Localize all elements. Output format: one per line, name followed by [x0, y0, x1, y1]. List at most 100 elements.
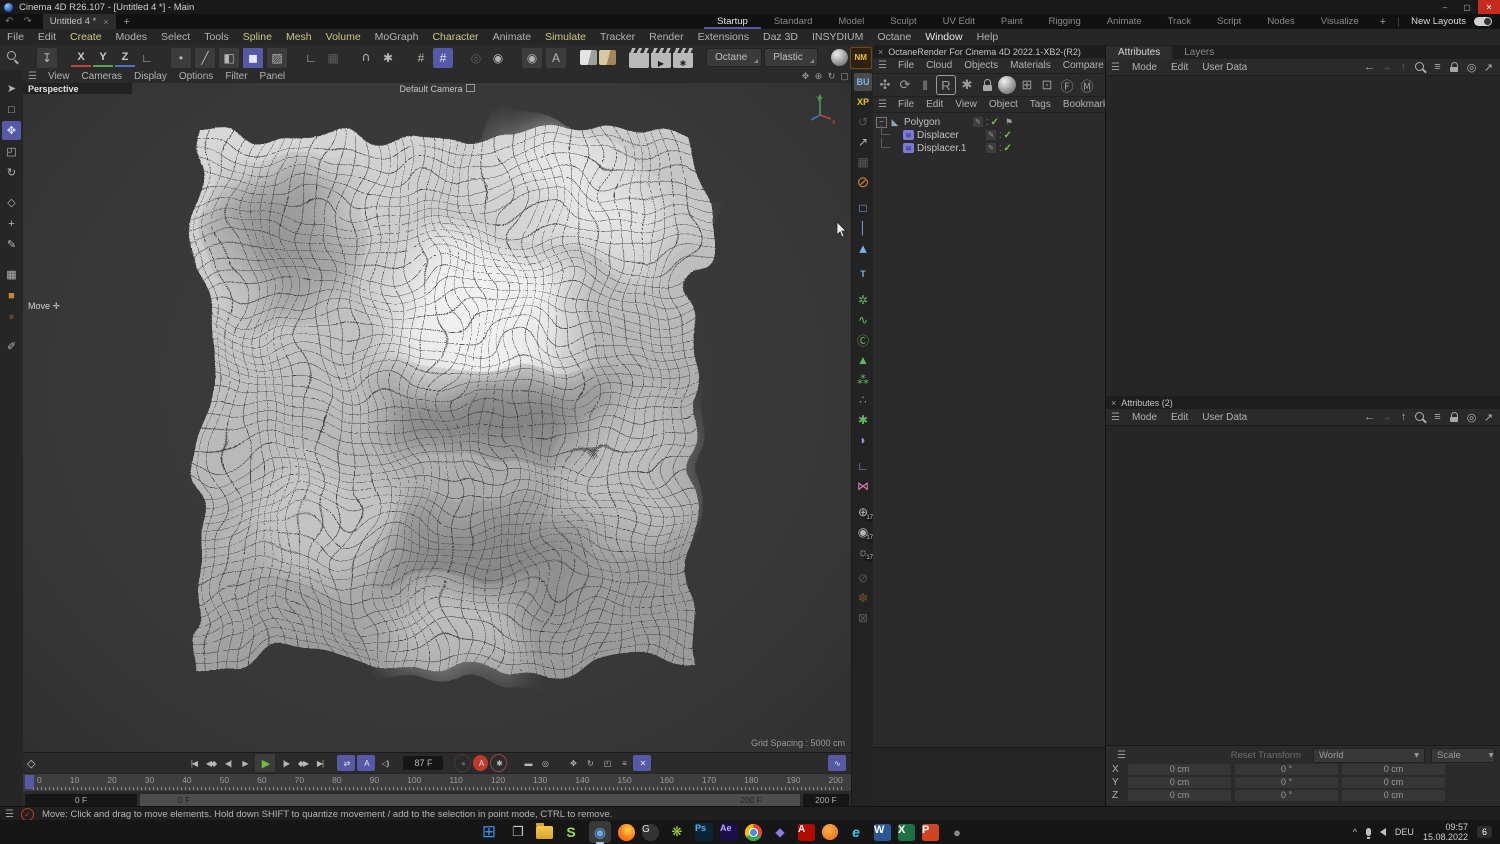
render-active-icon[interactable]: ◉: [488, 48, 508, 68]
lock-icon[interactable]: [978, 76, 996, 94]
flower-dim-icon[interactable]: ✽: [854, 589, 872, 607]
viewport-menu-item[interactable]: Display: [128, 71, 173, 82]
panel-menu-icon[interactable]: ☰: [1112, 750, 1131, 761]
up-arrow-icon[interactable]: ↑: [1396, 60, 1411, 75]
object-row[interactable]: − ◣ Polygon ✎ ⁚ ✓ ⚑: [873, 116, 1105, 128]
app-dark-button[interactable]: ●: [946, 821, 968, 843]
render-r-icon[interactable]: R: [936, 75, 956, 95]
add-tab-button[interactable]: +: [116, 16, 138, 28]
pyramid-icon[interactable]: ▴: [854, 239, 872, 257]
render-picture-icon[interactable]: ▶: [651, 47, 671, 68]
expand-icon[interactable]: ↗: [854, 133, 872, 151]
explorer-button[interactable]: [536, 822, 553, 839]
rotate-view-icon[interactable]: ↻: [825, 71, 838, 82]
gear-icon[interactable]: ✱: [854, 411, 872, 429]
grid-icon[interactable]: #: [411, 48, 431, 68]
camera-icon[interactable]: ◉ 17: [854, 523, 874, 542]
recent-tool[interactable]: ◇: [2, 193, 21, 212]
layout-tab[interactable]: Visualize: [1308, 14, 1372, 29]
edge-button[interactable]: e: [845, 821, 867, 843]
position-field[interactable]: 0 cm: [1128, 789, 1231, 801]
object-row[interactable]: ≋ Displacer.1 ✎ ⁚ ✓: [873, 138, 1105, 154]
pause-icon[interactable]: ‖: [916, 76, 934, 94]
goto-start-button[interactable]: |◀: [186, 755, 201, 771]
key-parameter-icon[interactable]: ≡: [616, 755, 631, 771]
rotation-field[interactable]: 0 °: [1235, 776, 1338, 788]
add-tool[interactable]: +: [2, 214, 21, 233]
cube-tan-icon[interactable]: [599, 50, 616, 65]
layout-tab[interactable]: Sculpt: [877, 14, 929, 29]
symmetry-icon[interactable]: ⋈: [854, 477, 872, 495]
menu-item[interactable]: INSYDIUM: [805, 31, 870, 43]
cube-light-icon[interactable]: [580, 50, 597, 65]
menu-item[interactable]: Simulate: [538, 31, 593, 43]
next-key-button[interactable]: ◆▶: [295, 755, 310, 771]
powerpoint-button[interactable]: P: [922, 823, 939, 841]
reset-transform-button[interactable]: Reset Transform: [1225, 750, 1307, 761]
undo-icon[interactable]: ↶: [0, 16, 18, 27]
edit-toggle[interactable]: ✎: [985, 129, 997, 141]
up-arrow-icon[interactable]: ↑: [1396, 410, 1411, 425]
lock-icon[interactable]: [1447, 410, 1462, 425]
text-icon[interactable]: T: [854, 265, 872, 283]
octane-menu-item[interactable]: Objects: [958, 60, 1004, 71]
octane-dropdown[interactable]: Octane: [706, 48, 763, 67]
app-ae-button[interactable]: Ae: [720, 823, 738, 841]
close-icon[interactable]: ×: [1106, 398, 1121, 408]
forward-arrow-icon[interactable]: →: [1379, 60, 1394, 75]
hidden-icons-caret[interactable]: ^: [1353, 827, 1357, 837]
frame-field[interactable]: 87 F: [403, 756, 444, 770]
viewport-canvas[interactable]: Perspective Default Camera Y x Move ✛ Gr…: [23, 83, 851, 752]
filter-icon[interactable]: ≡: [1430, 60, 1445, 75]
search-icon[interactable]: [1413, 60, 1428, 75]
close-tab-icon[interactable]: ×: [103, 17, 108, 27]
render-view-icon[interactable]: [629, 47, 649, 68]
om-menu-item[interactable]: Tags: [1024, 99, 1057, 110]
key-position-icon[interactable]: ✥: [565, 755, 580, 771]
lock-z-axis[interactable]: Z: [115, 48, 135, 67]
snap-settings-icon[interactable]: ✱: [378, 48, 398, 68]
target-icon[interactable]: ◎: [1464, 410, 1479, 425]
menu-item[interactable]: Render: [642, 31, 690, 43]
rotation-field[interactable]: 0 °: [1235, 763, 1338, 775]
layout-tab[interactable]: Rigging: [1036, 14, 1094, 29]
forward-arrow-icon[interactable]: →: [1379, 410, 1394, 425]
visibility-dots[interactable]: ⁚: [999, 131, 1002, 139]
autokey-icon[interactable]: A: [473, 755, 489, 771]
display-mode-icon[interactable]: A: [545, 46, 567, 69]
menu-item[interactable]: Tools: [197, 31, 236, 43]
menu-item[interactable]: Help: [970, 31, 1006, 43]
key-rotation-icon[interactable]: ↻: [582, 755, 597, 771]
close-button[interactable]: ✕: [1478, 0, 1500, 14]
material-tool[interactable]: ■: [2, 286, 21, 305]
prev-frame-button[interactable]: ◀|: [220, 755, 235, 771]
document-tab[interactable]: Untitled 4 * ×: [42, 14, 116, 29]
edges-mode-icon[interactable]: ╱: [194, 46, 216, 69]
bu-icon[interactable]: BU: [854, 73, 872, 91]
menu-item[interactable]: Modes: [109, 31, 155, 43]
live-selection-tool[interactable]: ➤: [2, 79, 21, 98]
menu-item[interactable]: Extensions: [691, 31, 756, 43]
model-mode-icon[interactable]: ◼: [242, 46, 264, 69]
mesh-tool[interactable]: ▦: [2, 265, 21, 284]
zoom-view-icon[interactable]: ⊕: [812, 71, 825, 82]
attr-menu-item[interactable]: Mode: [1125, 412, 1164, 423]
atom-icon[interactable]: ✲: [854, 291, 872, 309]
menu-item[interactable]: File: [0, 31, 31, 43]
sky-icon[interactable]: ⊕ 17: [854, 503, 874, 522]
rotate-tool[interactable]: ↻: [2, 163, 21, 182]
scale-tool[interactable]: ◰: [2, 142, 21, 161]
pick-region-icon[interactable]: ⊡: [1038, 76, 1056, 94]
key-scale-icon[interactable]: ◰: [599, 755, 614, 771]
attr-menu-item[interactable]: Edit: [1164, 412, 1195, 423]
snap-magnet-icon[interactable]: ∪: [356, 48, 376, 68]
viewport-menu-item[interactable]: Filter: [219, 71, 253, 82]
search-icon[interactable]: [1413, 410, 1428, 425]
scale-field[interactable]: 0 cm: [1342, 776, 1445, 788]
edit-toggle[interactable]: ✎: [985, 142, 997, 154]
menu-item[interactable]: MoGraph: [368, 31, 426, 43]
pen-tool[interactable]: ✎: [2, 235, 21, 254]
points-mode-icon[interactable]: •: [170, 46, 192, 69]
cinema4d-button[interactable]: ◉: [589, 821, 611, 844]
visibility-dots[interactable]: ⁚: [986, 118, 989, 126]
